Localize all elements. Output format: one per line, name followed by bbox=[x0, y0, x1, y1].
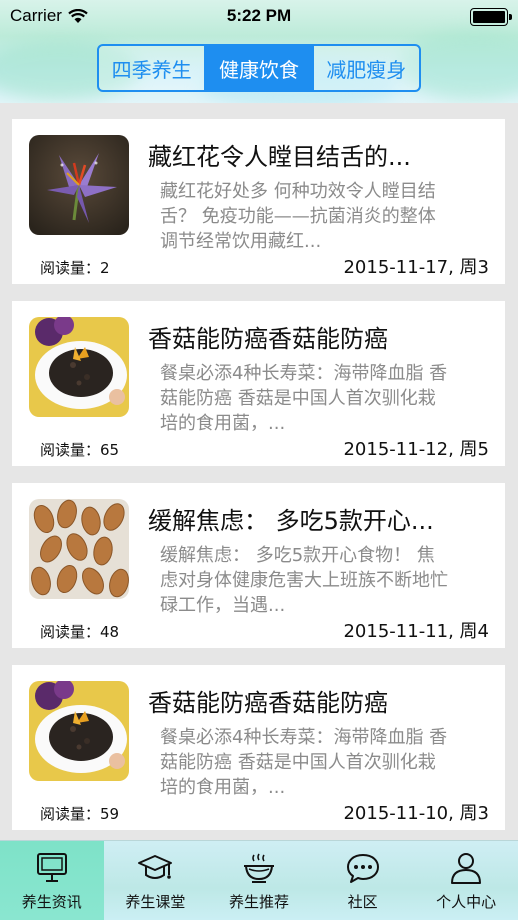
tab-community[interactable]: 社区 bbox=[311, 841, 415, 920]
article-list[interactable]: 藏红花令人瞠目结舌的... 藏红花好处多 何种功效令人瞠目结舌？ 免疫功能——抗… bbox=[0, 103, 518, 840]
tab-label: 养生推荐 bbox=[228, 893, 289, 911]
article-read-count: 阅读量：65 bbox=[40, 441, 120, 459]
tab-health-news[interactable]: 养生资讯 bbox=[0, 841, 104, 920]
battery-icon bbox=[470, 8, 512, 26]
status-bar: Carrier 5:22 PM bbox=[0, 0, 518, 34]
tab-profile[interactable]: 个人中心 bbox=[414, 841, 518, 920]
segment-seasonal[interactable]: 四季养生 bbox=[99, 46, 204, 90]
article-title: 香菇能防癌香菇能防癌 bbox=[148, 325, 388, 353]
saffron-flower-image bbox=[29, 135, 129, 235]
article-title: 香菇能防癌香菇能防癌 bbox=[148, 689, 388, 717]
tab-label: 养生课堂 bbox=[125, 893, 186, 911]
header-background: Carrier 5:22 PM 四季养生 健康饮食 减肥瘦身 bbox=[0, 0, 518, 103]
tab-label: 个人中心 bbox=[436, 893, 497, 911]
segment-healthy-diet[interactable]: 健康饮食 bbox=[204, 46, 312, 90]
article-read-count: 阅读量：59 bbox=[40, 805, 120, 823]
article-description: 缓解焦虑： 多吃5款开心食物！ 焦虑对身体健康危害大上班族不断地忙碌工作，当遇.… bbox=[160, 545, 448, 616]
article-card[interactable]: 香菇能防癌香菇能防癌 餐桌必添4种长寿菜：海带降血脂 香菇能防癌 香菇是中国人首… bbox=[12, 665, 505, 830]
article-card[interactable]: 藏红花令人瞠目结舌的... 藏红花好处多 何种功效令人瞠目结舌？ 免疫功能——抗… bbox=[12, 119, 505, 284]
category-segmented-control: 四季养生 健康饮食 减肥瘦身 bbox=[97, 44, 421, 92]
tab-label: 社区 bbox=[347, 893, 378, 911]
article-title: 缓解焦虑： 多吃5款开心... bbox=[148, 507, 434, 535]
article-read-count: 阅读量：48 bbox=[40, 623, 120, 641]
tab-health-recommend[interactable]: 养生推荐 bbox=[207, 841, 311, 920]
mushroom-dish-image bbox=[29, 681, 129, 781]
status-time: 5:22 PM bbox=[226, 6, 292, 25]
mushroom-dish-image bbox=[29, 317, 129, 417]
tab-label: 养生资讯 bbox=[21, 893, 82, 911]
almonds-image bbox=[29, 499, 129, 599]
monitor-icon bbox=[36, 853, 67, 882]
article-title: 藏红花令人瞠目结舌的... bbox=[148, 143, 411, 171]
article-date: 2015-11-17, 周3 bbox=[343, 257, 489, 278]
chat-bubble-icon bbox=[346, 854, 379, 883]
food-bowl-icon bbox=[243, 853, 274, 883]
article-card[interactable]: 缓解焦虑： 多吃5款开心... 缓解焦虑： 多吃5款开心食物！ 焦虑对身体健康危… bbox=[12, 483, 505, 648]
segment-weight-loss[interactable]: 减肥瘦身 bbox=[311, 46, 419, 90]
article-description: 藏红花好处多 何种功效令人瞠目结舌？ 免疫功能——抗菌消炎的整体调节经常饮用藏红… bbox=[160, 181, 436, 252]
article-description: 餐桌必添4种长寿菜：海带降血脂 香菇能防癌 香菇是中国人首次驯化栽培的食用菌，.… bbox=[160, 363, 448, 434]
person-icon bbox=[451, 853, 482, 884]
article-card[interactable]: 香菇能防癌香菇能防癌 餐桌必添4种长寿菜：海带降血脂 香菇能防癌 香菇是中国人首… bbox=[12, 301, 505, 466]
article-date: 2015-11-11, 周4 bbox=[343, 621, 489, 642]
article-read-count: 阅读量：2 bbox=[40, 259, 110, 277]
graduation-cap-icon bbox=[138, 855, 173, 879]
bottom-tab-bar: 养生资讯 养生课堂 养生推荐 社区 个人中心 bbox=[0, 840, 518, 920]
tab-health-class[interactable]: 养生课堂 bbox=[104, 841, 208, 920]
article-date: 2015-11-10, 周3 bbox=[343, 803, 489, 824]
article-date: 2015-11-12, 周5 bbox=[343, 439, 489, 460]
article-description: 餐桌必添4种长寿菜：海带降血脂 香菇能防癌 香菇是中国人首次驯化栽培的食用菌，.… bbox=[160, 727, 448, 798]
